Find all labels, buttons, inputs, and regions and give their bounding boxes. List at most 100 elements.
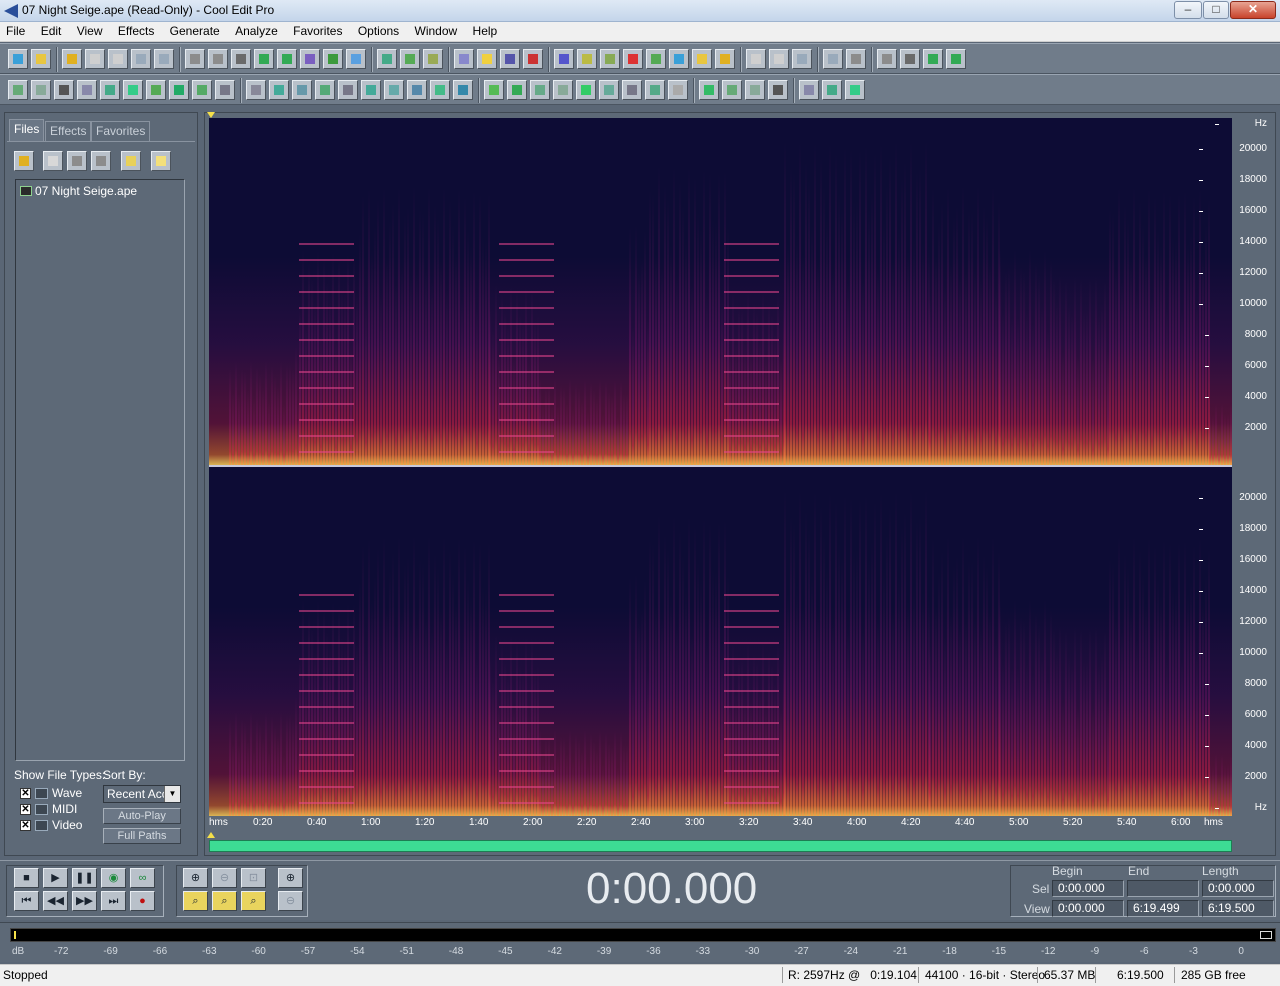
auto-play-button[interactable]: Auto-Play	[103, 808, 181, 824]
toolbar1-tool-button[interactable]	[231, 49, 251, 69]
zoom-right-button[interactable]: ⌕	[212, 891, 237, 911]
toolbar2-tool-button[interactable]	[799, 80, 819, 100]
toolbar1-tool-button[interactable]	[400, 49, 420, 69]
toolbar2-tool-button[interactable]	[768, 80, 788, 100]
toolbar1-tool-button[interactable]	[300, 49, 320, 69]
rewind-button[interactable]: ◀◀	[43, 891, 68, 911]
toolbar2-tool-button[interactable]	[507, 80, 527, 100]
loop-button[interactable]: ∞	[130, 868, 155, 888]
toolbar2-tool-button[interactable]	[407, 80, 427, 100]
toolbar1-tool-button[interactable]	[877, 49, 897, 69]
playhead-marker-bottom[interactable]	[207, 832, 215, 838]
toolbar1-tool-button[interactable]	[423, 49, 443, 69]
insert-multitrack-button[interactable]	[67, 151, 87, 171]
zoom-left-button[interactable]: ⌕	[183, 891, 208, 911]
full-paths-button[interactable]: Full Paths	[103, 828, 181, 844]
toolbar2-tool-button[interactable]	[100, 80, 120, 100]
toolbar1-tool-button[interactable]	[8, 49, 28, 69]
toolbar1-tool-button[interactable]	[454, 49, 474, 69]
toolbar1-tool-button[interactable]	[923, 49, 943, 69]
midi-checkbox[interactable]: ✕	[20, 804, 31, 815]
view-begin-field[interactable]: 0:00.000	[1052, 900, 1124, 917]
go-to-start-button[interactable]: ⏮	[14, 891, 39, 911]
toolbar2-tool-button[interactable]	[699, 80, 719, 100]
view-length-field[interactable]: 6:19.500	[1202, 900, 1274, 917]
tab-effects[interactable]: Effects	[45, 121, 92, 141]
toolbar1-tool-button[interactable]	[62, 49, 82, 69]
edit-file-button[interactable]	[91, 151, 111, 171]
toolbar2-tool-button[interactable]	[215, 80, 235, 100]
clip-indicator[interactable]	[1260, 931, 1272, 939]
toolbar1-tool-button[interactable]	[746, 49, 766, 69]
stop-button[interactable]: ■	[14, 868, 39, 888]
tab-files[interactable]: Files	[9, 119, 45, 141]
play-to-end-button[interactable]: ◉	[101, 868, 126, 888]
toolbar2-tool-button[interactable]	[622, 80, 642, 100]
toolbar1-tool-button[interactable]	[154, 49, 174, 69]
menu-window[interactable]: Window	[409, 22, 464, 42]
play-button[interactable]: ▶	[43, 868, 68, 888]
toolbar1-tool-button[interactable]	[600, 49, 620, 69]
toolbar1-tool-button[interactable]	[108, 49, 128, 69]
menu-favorites[interactable]: Favorites	[287, 22, 348, 42]
sort-by-select[interactable]: Recent Acc ▼	[103, 785, 181, 803]
toolbar1-tool-button[interactable]	[792, 49, 812, 69]
toolbar2-tool-button[interactable]	[8, 80, 28, 100]
minimize-button[interactable]: –	[1174, 1, 1202, 19]
toolbar2-tool-button[interactable]	[292, 80, 312, 100]
toolbar1-tool-button[interactable]	[715, 49, 735, 69]
toolbar2-tool-button[interactable]	[453, 80, 473, 100]
toolbar1-tool-button[interactable]	[946, 49, 966, 69]
wave-checkbox[interactable]: ✕	[20, 788, 31, 799]
toolbar1-tool-button[interactable]	[846, 49, 866, 69]
horizontal-scrollbar[interactable]	[209, 840, 1232, 852]
video-checkbox[interactable]: ✕	[20, 820, 31, 831]
toolbar2-tool-button[interactable]	[315, 80, 335, 100]
toolbar1-tool-button[interactable]	[208, 49, 228, 69]
toolbar1-tool-button[interactable]	[254, 49, 274, 69]
spectrogram-right-channel[interactable]	[209, 467, 1232, 816]
toolbar1-tool-button[interactable]	[185, 49, 205, 69]
toolbar2-tool-button[interactable]	[192, 80, 212, 100]
toolbar2-tool-button[interactable]	[123, 80, 143, 100]
toolbar1-tool-button[interactable]	[669, 49, 689, 69]
menu-view[interactable]: View	[71, 22, 109, 42]
toolbar1-tool-button[interactable]	[477, 49, 497, 69]
menu-edit[interactable]: Edit	[35, 22, 68, 42]
close-button[interactable]: ✕	[1230, 1, 1276, 19]
toolbar1-tool-button[interactable]	[85, 49, 105, 69]
menu-help[interactable]: Help	[467, 22, 504, 42]
toolbar2-tool-button[interactable]	[361, 80, 381, 100]
record-button[interactable]: ●	[130, 891, 155, 911]
toolbar2-tool-button[interactable]	[599, 80, 619, 100]
toolbar1-tool-button[interactable]	[500, 49, 520, 69]
toolbar2-tool-button[interactable]	[668, 80, 688, 100]
tab-favorites[interactable]: Favorites	[91, 121, 151, 141]
file-item[interactable]: 07 Night Seige.ape	[20, 184, 137, 198]
toolbar1-tool-button[interactable]	[900, 49, 920, 69]
go-to-end-button[interactable]: ⏭	[101, 891, 126, 911]
toolbar2-tool-button[interactable]	[146, 80, 166, 100]
menu-options[interactable]: Options	[352, 22, 405, 42]
toolbar1-tool-button[interactable]	[623, 49, 643, 69]
menu-analyze[interactable]: Analyze	[229, 22, 284, 42]
view-end-field[interactable]: 6:19.499	[1127, 900, 1199, 917]
toolbar1-tool-button[interactable]	[692, 49, 712, 69]
toolbar2-tool-button[interactable]	[338, 80, 358, 100]
toolbar1-tool-button[interactable]	[769, 49, 789, 69]
menu-file[interactable]: File	[0, 22, 31, 42]
toolbar2-tool-button[interactable]	[484, 80, 504, 100]
toolbar1-tool-button[interactable]	[377, 49, 397, 69]
toolbar2-tool-button[interactable]	[530, 80, 550, 100]
menu-effects[interactable]: Effects	[112, 22, 160, 42]
toolbar1-tool-button[interactable]	[554, 49, 574, 69]
toolbar2-tool-button[interactable]	[645, 80, 665, 100]
zoom-out-vertical-button[interactable]: ⊖	[278, 891, 303, 911]
toolbar2-tool-button[interactable]	[845, 80, 865, 100]
zoom-selection-button[interactable]: ⌕	[241, 891, 266, 911]
maximize-button[interactable]: □	[1203, 1, 1229, 19]
toolbar2-tool-button[interactable]	[430, 80, 450, 100]
toolbar1-tool-button[interactable]	[823, 49, 843, 69]
open-file-button[interactable]	[14, 151, 34, 171]
sel-length-field[interactable]: 0:00.000	[1202, 880, 1274, 897]
